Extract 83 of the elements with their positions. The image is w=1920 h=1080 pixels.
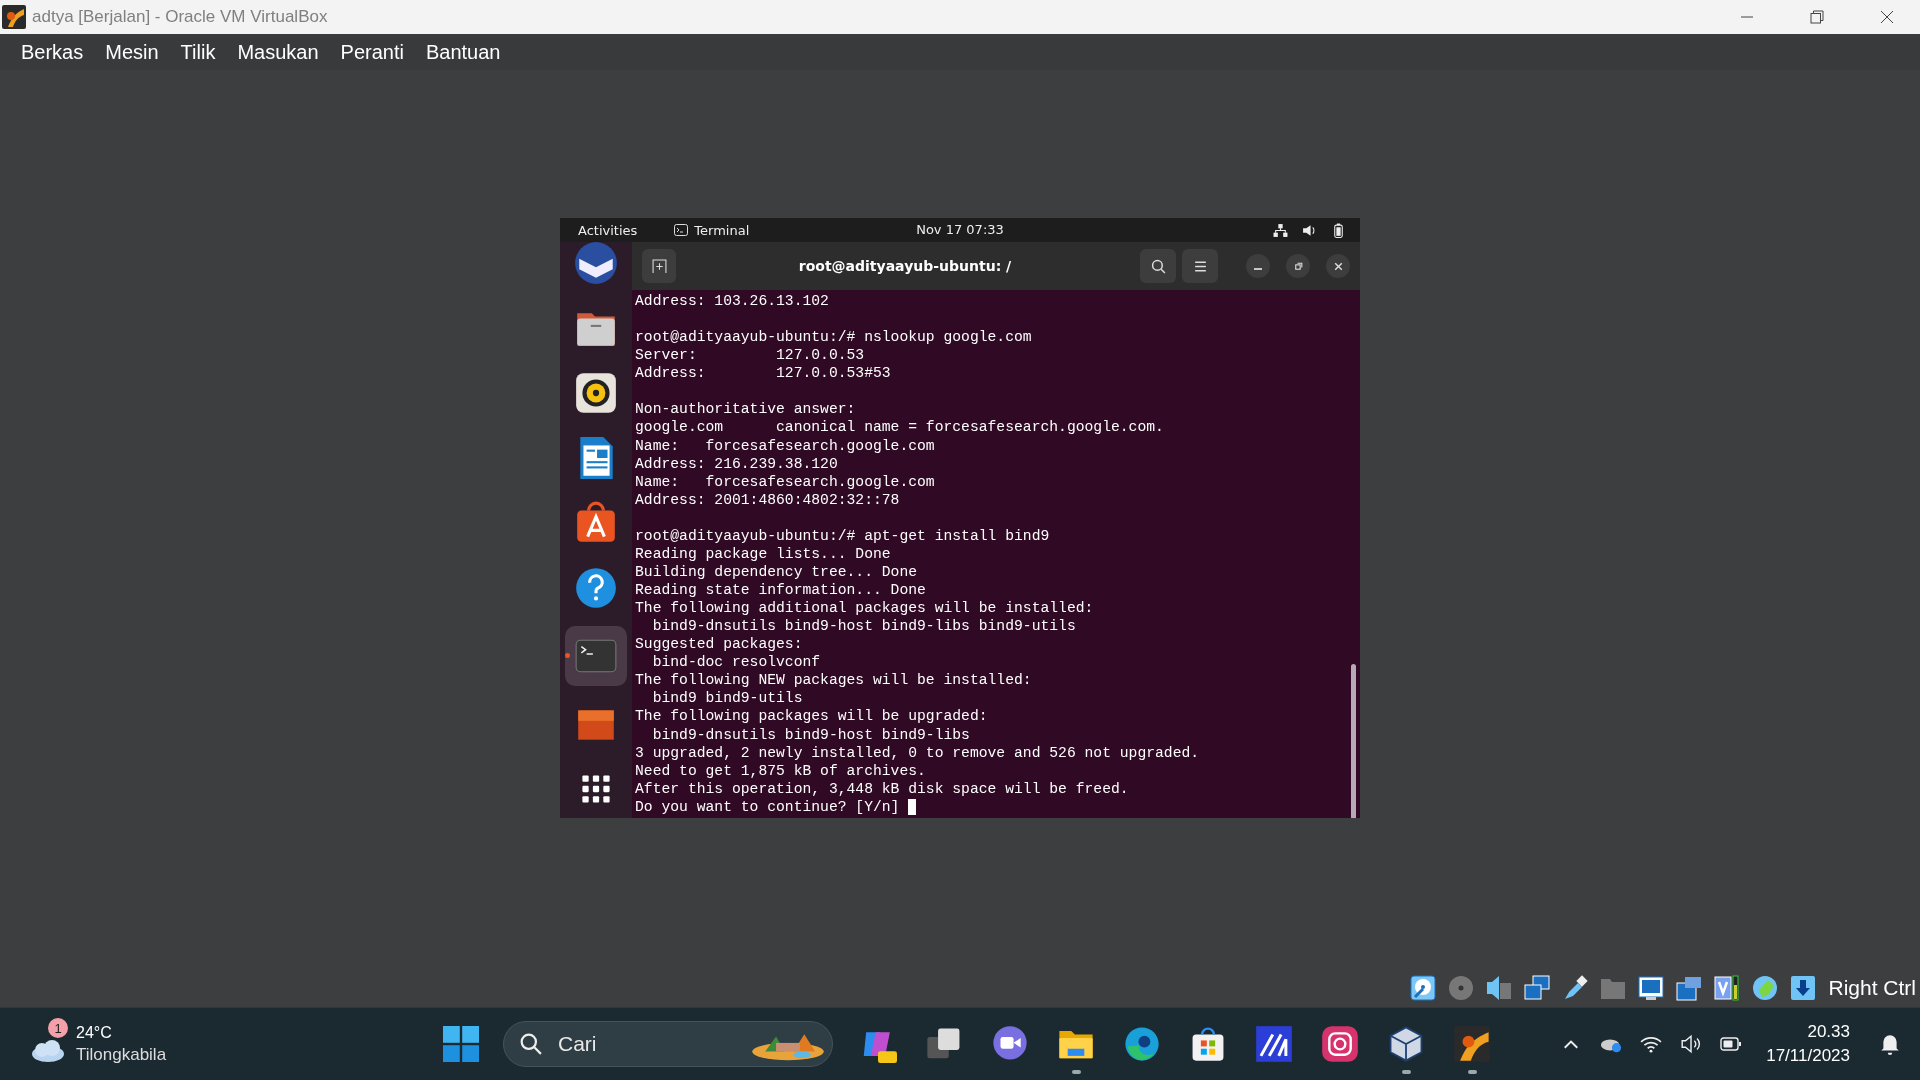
terminal-line: google.com canonical name = forcesafesearch.google.com. <box>635 418 1164 437</box>
location: Tilongkabila <box>76 1044 167 1066</box>
taskbar-clock[interactable]: 20.33 17/11/2023 <box>1766 1020 1850 1068</box>
terminal-line: Building dependency tree... Done <box>635 562 918 581</box>
restore-icon[interactable] <box>1810 10 1824 24</box>
terminal-line: Name: forcesafesearch.google.com <box>635 472 935 491</box>
terminal-line: Do you want to continue? [Y/n] <box>635 797 901 816</box>
terminal-line: Reading package lists... Done <box>635 544 891 563</box>
app-icon <box>1255 1025 1293 1063</box>
close-icon <box>1332 260 1344 272</box>
cube-icon <box>1387 1025 1425 1063</box>
terminal-line: root@adityaayub-ubuntu:/# apt-get install bind9 <box>635 526 1050 545</box>
usb-icon[interactable] <box>1562 975 1589 1001</box>
terminal-line: Reading state information... Done <box>635 581 926 600</box>
terminal-line: bind9 bind9-utils <box>651 689 803 708</box>
envelope-icon <box>573 242 619 286</box>
terminal-line: Address: 216.239.38.120 <box>635 454 838 473</box>
windows-start-icon[interactable] <box>443 1026 479 1062</box>
minimize-icon <box>1254 268 1262 270</box>
speaker-icon <box>573 370 619 416</box>
terminal-line: Server: 127.0.0.53 <box>635 346 865 365</box>
search-bar[interactable]: Cari <box>503 1021 833 1067</box>
battery-icon[interactable] <box>1720 1034 1743 1054</box>
clock[interactable]: Nov 17 07:33 <box>916 222 1004 237</box>
download-icon[interactable] <box>1790 975 1817 1001</box>
battery-icon[interactable] <box>1331 222 1346 238</box>
app-menu[interactable]: Terminal <box>694 222 750 238</box>
terminal-line: bind9-dnsutils bind9-host bind9-libs bind9-utils <box>651 617 1076 636</box>
terminal-line: root@adityaayub-ubuntu:/# nslookup google.com <box>635 328 1032 347</box>
menu-item[interactable]: Masukan <box>226 36 330 68</box>
restore-icon <box>1292 260 1304 272</box>
close-button[interactable] <box>1326 254 1350 278</box>
display-icon[interactable] <box>1638 975 1665 1001</box>
terminal-line: Address: 103.26.13.102 <box>635 292 829 311</box>
terminal-line: Address: 2001:4860:4802:32::78 <box>635 490 900 509</box>
wifi-icon[interactable] <box>1640 1034 1663 1054</box>
terminal-title: root@adityaayub-ubuntu: / <box>797 258 1013 274</box>
maximize-button[interactable] <box>1286 254 1310 278</box>
close-icon[interactable] <box>1880 10 1894 24</box>
terminal-line: Non-authoritative answer: <box>635 400 856 419</box>
menu-item[interactable]: Peranti <box>329 36 415 68</box>
window-title: adtya [Berjalan] - Oracle VM VirtualBox <box>32 7 329 27</box>
terminal-line: After this operation, 3,448 kB disk space will be freed. <box>635 779 1129 798</box>
new-tab-button[interactable] <box>642 249 676 283</box>
terminal-line: 3 upgraded, 2 newly installed, 0 to remove and 526 not upgraded. <box>635 743 1200 762</box>
terminal-line: The following NEW packages will be installed: <box>635 671 1032 690</box>
speaker-icon[interactable] <box>1486 975 1513 1001</box>
notification-badge: 1 <box>48 1018 68 1038</box>
search-icon <box>520 1033 542 1055</box>
menu-item[interactable]: Berkas <box>10 36 95 68</box>
scrollbar[interactable] <box>1351 663 1356 818</box>
terminal-line: The following packages will be upgraded: <box>635 707 988 726</box>
browser-icon <box>1123 1025 1161 1063</box>
menu-item[interactable]: Mesin <box>94 36 170 68</box>
volume-icon[interactable] <box>1680 1034 1703 1054</box>
optical-disc-icon[interactable] <box>1448 975 1475 1001</box>
terminal-line: Name: forcesafesearch.google.com <box>635 436 935 455</box>
terminal-line: Need to get 1,875 kB of archives. <box>635 761 926 780</box>
minimize-button[interactable] <box>1246 254 1270 278</box>
menu-item[interactable]: Bantuan <box>414 36 512 68</box>
notification-bell-icon[interactable] <box>1880 1033 1900 1055</box>
host-key-label: Right Ctrl <box>1828 976 1916 1000</box>
search-icon <box>1150 258 1166 274</box>
search-button[interactable] <box>1140 249 1176 283</box>
search-field[interactable]: Cari <box>556 1031 750 1057</box>
terminal-line: bind9-dnsutils bind9-host bind9-libs <box>651 725 970 744</box>
camera-icon <box>1321 1025 1359 1063</box>
clock-time: 20.33 <box>1807 1021 1850 1043</box>
help-icon <box>573 565 619 611</box>
terminal-line: bind-doc resolvconf <box>651 653 821 672</box>
terminal-line: Suggested packages: <box>635 635 803 654</box>
activities-button[interactable]: Activities <box>578 222 638 238</box>
temperature: 24°C <box>76 1023 113 1043</box>
terminal-icon <box>674 224 689 236</box>
terminal-line: Address: 127.0.0.53#53 <box>635 364 891 383</box>
volume-icon[interactable] <box>1302 222 1317 238</box>
menu-button[interactable] <box>1182 249 1218 283</box>
app-logo-icon <box>2 5 26 29</box>
menu-item[interactable]: Tilik <box>169 36 227 68</box>
terminal-line: The following additional packages will be installed: <box>635 599 1094 618</box>
clock-date: 17/11/2023 <box>1766 1045 1850 1067</box>
new-tab-icon <box>651 258 667 274</box>
virtual-machine-icon <box>1453 1025 1491 1063</box>
